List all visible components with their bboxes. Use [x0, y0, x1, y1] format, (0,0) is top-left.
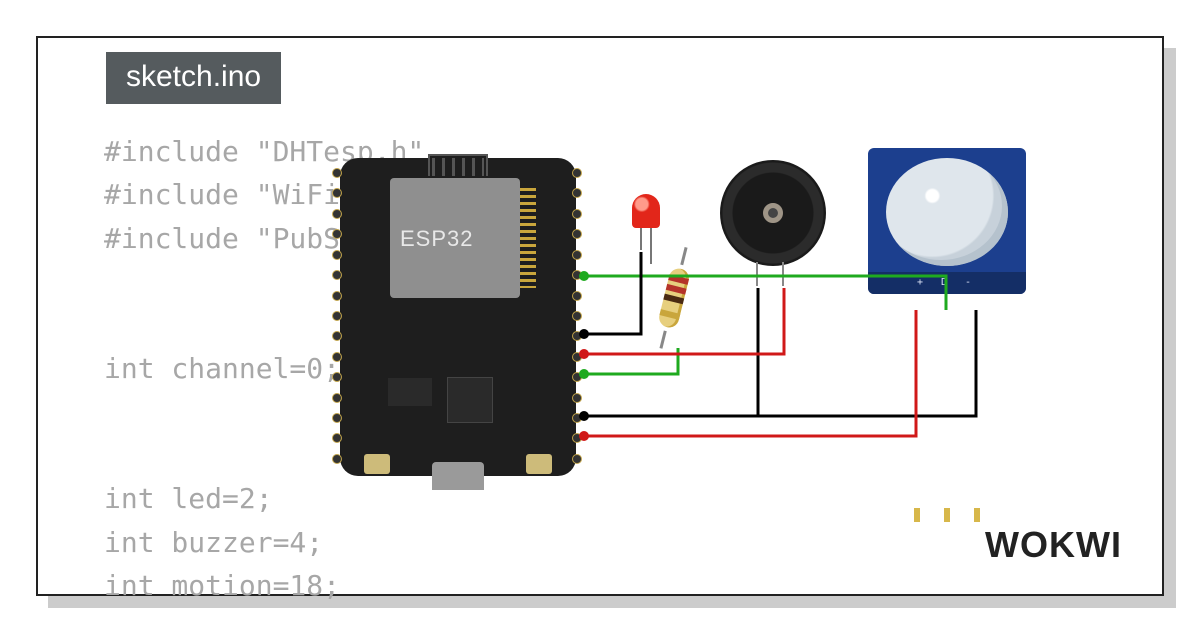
led-icon[interactable] — [632, 194, 660, 228]
code-line: int channel=0; — [104, 352, 340, 385]
code-line: int buzzer=4; — [104, 526, 323, 559]
wire-led — [584, 348, 678, 374]
esp32-board[interactable]: ESP32 — [328, 148, 588, 488]
led-leg — [650, 228, 652, 264]
wire-vcc — [584, 310, 916, 436]
led-leg — [640, 228, 642, 250]
buzzer-leg — [756, 262, 758, 286]
pir-pin — [974, 508, 980, 522]
esp32-pin-header-right — [572, 168, 584, 464]
esp32-aux-chip — [448, 378, 492, 422]
preview-card: sketch.ino #include "DHTesp.h" #include … — [36, 36, 1164, 596]
esp32-button-en[interactable] — [364, 454, 390, 474]
pir-sensor-icon[interactable]: + D - — [868, 148, 1026, 294]
esp32-label: ESP32 — [400, 226, 474, 252]
file-tab-label: sketch.ino — [126, 60, 261, 93]
esp32-usb-port — [432, 462, 484, 490]
esp32-pin-header-left — [332, 168, 344, 464]
pir-pin — [944, 508, 950, 522]
esp32-antenna — [428, 154, 488, 176]
logo-text: WOKWI — [985, 524, 1122, 565]
circuit-diagram[interactable]: ESP32 + D - — [328, 148, 1028, 508]
code-line: int motion=18; — [104, 569, 340, 602]
resistor-icon[interactable] — [653, 258, 695, 338]
buzzer-leg — [782, 262, 784, 286]
esp32-button-boot[interactable] — [526, 454, 552, 474]
pir-pin-labels: + D - — [868, 272, 1026, 294]
esp32-regulator — [388, 378, 432, 406]
buzzer-icon[interactable] — [720, 160, 826, 266]
code-line: int led=2; — [104, 482, 273, 515]
wire-gnd-led — [584, 252, 641, 334]
file-tab[interactable]: sketch.ino — [106, 52, 281, 104]
wokwi-logo: WOKWI — [985, 524, 1122, 566]
wire-gnd — [758, 310, 976, 416]
pir-dome — [886, 158, 1008, 266]
pir-pin — [914, 508, 920, 522]
